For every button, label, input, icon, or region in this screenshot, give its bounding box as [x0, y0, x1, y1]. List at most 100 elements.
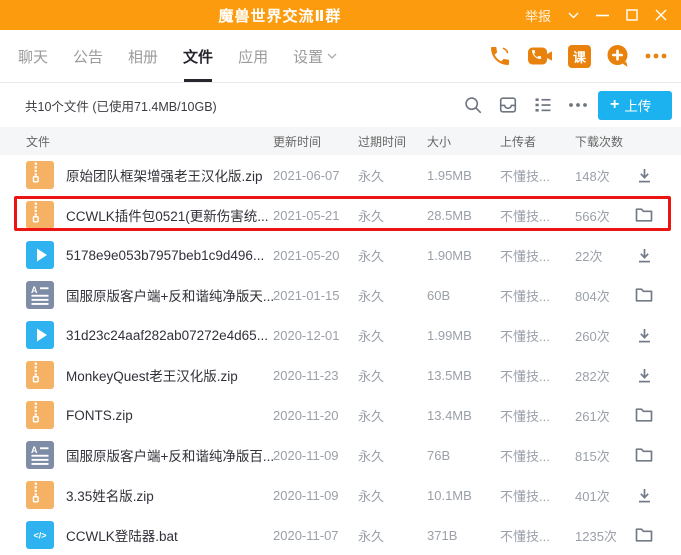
upload-button[interactable]: + 上传 — [598, 90, 672, 120]
tab-album[interactable]: 相册 — [128, 30, 158, 82]
download-icon[interactable] — [636, 487, 653, 504]
file-expire: 永久 — [358, 168, 385, 184]
table-row[interactable]: A </> CCWLK插件包0521(更新伤害统... 2021-05-21 永… — [0, 195, 681, 235]
plus-icon: + — [610, 96, 620, 113]
download-icon[interactable] — [636, 247, 653, 264]
file-expire: 永久 — [358, 528, 385, 544]
file-uploader: 不懂技... — [500, 488, 550, 504]
minimize-button[interactable] — [596, 14, 609, 17]
zip-file-icon — [26, 161, 54, 189]
file-name[interactable]: 3.35姓名版.zip — [66, 485, 273, 505]
file-uploader: 不懂技... — [500, 208, 550, 224]
folder-icon[interactable] — [635, 407, 653, 423]
file-updated-date: 2021-05-21 — [273, 207, 340, 223]
file-uploader: 不懂技... — [500, 288, 550, 304]
zip-file-icon — [26, 401, 54, 429]
tab-apps[interactable]: 应用 — [238, 30, 268, 82]
file-updated-date: 2020-11-09 — [273, 487, 339, 503]
chevron-down-icon[interactable] — [568, 12, 579, 19]
search-icon[interactable] — [460, 92, 486, 118]
file-expire: 永久 — [358, 368, 385, 384]
table-header: 文件 更新时间 过期时间 大小 上传者 下载次数 — [0, 127, 681, 155]
file-size: 13.5MB — [427, 367, 472, 383]
file-size: 1.90MB — [427, 247, 472, 263]
file-name[interactable]: 国服原版客户端+反和谐纯净版天... — [66, 285, 273, 305]
file-updated-date: 2021-01-15 — [273, 287, 340, 303]
file-download-count: 261次 — [575, 408, 610, 424]
file-expire: 永久 — [358, 448, 385, 464]
file-name[interactable]: 原始团队框架增强老王汉化版.zip — [66, 165, 273, 185]
close-button[interactable] — [655, 9, 667, 21]
script-file-icon: </> — [26, 521, 54, 549]
file-expire: 永久 — [358, 208, 385, 224]
table-row[interactable]: A </> 国服原版客户端+反和谐纯净版天... 2021-01-15 永久 6… — [0, 275, 681, 315]
tab-settings[interactable]: 设置 — [293, 30, 337, 82]
report-button[interactable]: 举报 — [525, 6, 551, 25]
file-name[interactable]: 5178e9e053b7957beb1c9d496... — [66, 248, 273, 263]
folder-icon[interactable] — [635, 207, 653, 223]
file-download-count: 804次 — [575, 288, 610, 304]
download-icon[interactable] — [636, 327, 653, 344]
file-expire: 永久 — [358, 288, 385, 304]
file-size: 10.1MB — [427, 487, 472, 503]
class-badge-button[interactable]: 课 — [568, 44, 591, 68]
zip-file-icon — [26, 201, 54, 229]
folder-icon[interactable] — [635, 287, 653, 303]
voice-call-icon[interactable] — [488, 44, 512, 68]
folder-icon[interactable] — [635, 447, 653, 463]
tab-bar: 聊天 公告 相册 文件 应用 设置 课 — [0, 30, 681, 83]
download-icon[interactable] — [636, 367, 653, 384]
tab-announcement[interactable]: 公告 — [73, 30, 103, 82]
file-name[interactable]: 31d23c24aaf282ab07272e4d65... — [66, 328, 273, 343]
column-header-file: 文件 — [26, 134, 51, 149]
file-size: 1.99MB — [427, 327, 472, 343]
svg-text:</>: </> — [33, 531, 46, 541]
tab-chat[interactable]: 聊天 — [18, 30, 48, 82]
table-row[interactable]: A </> 国服原版客户端+反和谐纯净版百... 2020-11-09 永久 7… — [0, 435, 681, 475]
file-download-count: 815次 — [575, 448, 610, 464]
table-row[interactable]: A </> 3.35姓名版.zip 2020-11-09 永久 10.1MB 不… — [0, 475, 681, 515]
file-uploader: 不懂技... — [500, 368, 550, 384]
window-title: 魔兽世界交流Ⅱ群 — [218, 7, 342, 25]
file-expire: 永久 — [358, 488, 385, 504]
file-name[interactable]: 国服原版客户端+反和谐纯净版百... — [66, 445, 273, 465]
invite-plus-icon[interactable] — [606, 44, 630, 68]
file-updated-date: 2020-11-07 — [273, 527, 339, 543]
video-call-icon[interactable] — [527, 45, 553, 67]
table-row[interactable]: A </> 5178e9e053b7957beb1c9d496... 2021-… — [0, 235, 681, 275]
table-row[interactable]: A </> FONTS.zip 2020-11-20 永久 13.4MB 不懂技… — [0, 395, 681, 435]
file-name[interactable]: CCWLK登陆器.bat — [66, 525, 273, 545]
table-row[interactable]: A </> 31d23c24aaf282ab07272e4d65... 2020… — [0, 315, 681, 355]
folder-icon[interactable] — [635, 527, 653, 543]
file-name[interactable]: CCWLK插件包0521(更新伤害统... — [66, 205, 273, 225]
column-header-uploader: 上传者 — [500, 134, 537, 149]
file-size: 371B — [427, 527, 458, 543]
maximize-button[interactable] — [626, 9, 638, 21]
file-list: A </> 原始团队框架增强老王汉化版.zip 2021-06-07 永久 1.… — [0, 155, 681, 555]
more-icon[interactable] — [645, 53, 667, 59]
table-row[interactable]: A </> CCWLK登陆器.bat 2020-11-07 永久 371B 不懂… — [0, 515, 681, 555]
download-icon[interactable] — [636, 167, 653, 184]
file-download-count: 1235次 — [575, 528, 617, 544]
table-row[interactable]: A </> MonkeyQuest老王汉化版.zip 2020-11-23 永久… — [0, 355, 681, 395]
tab-files[interactable]: 文件 — [183, 30, 213, 82]
list-view-icon[interactable] — [530, 92, 556, 118]
svg-text:A: A — [31, 445, 38, 455]
column-header-expire: 过期时间 — [358, 134, 407, 149]
file-download-count: 566次 — [575, 208, 610, 224]
file-uploader: 不懂技... — [500, 448, 550, 464]
file-updated-date: 2020-11-23 — [273, 367, 339, 383]
video-file-icon — [26, 241, 54, 269]
file-name[interactable]: FONTS.zip — [66, 408, 273, 423]
column-header-size: 大小 — [427, 134, 452, 149]
video-file-icon — [26, 321, 54, 349]
download-manager-icon[interactable] — [495, 92, 521, 118]
file-uploader: 不懂技... — [500, 168, 550, 184]
column-header-downloads: 下载次数 — [575, 134, 624, 149]
file-name[interactable]: MonkeyQuest老王汉化版.zip — [66, 365, 273, 385]
file-uploader: 不懂技... — [500, 248, 550, 264]
table-row[interactable]: A </> 原始团队框架增强老王汉化版.zip 2021-06-07 永久 1.… — [0, 155, 681, 195]
file-download-count: 260次 — [575, 328, 610, 344]
more-options-icon[interactable] — [565, 92, 591, 118]
file-updated-date: 2020-11-20 — [273, 407, 339, 423]
